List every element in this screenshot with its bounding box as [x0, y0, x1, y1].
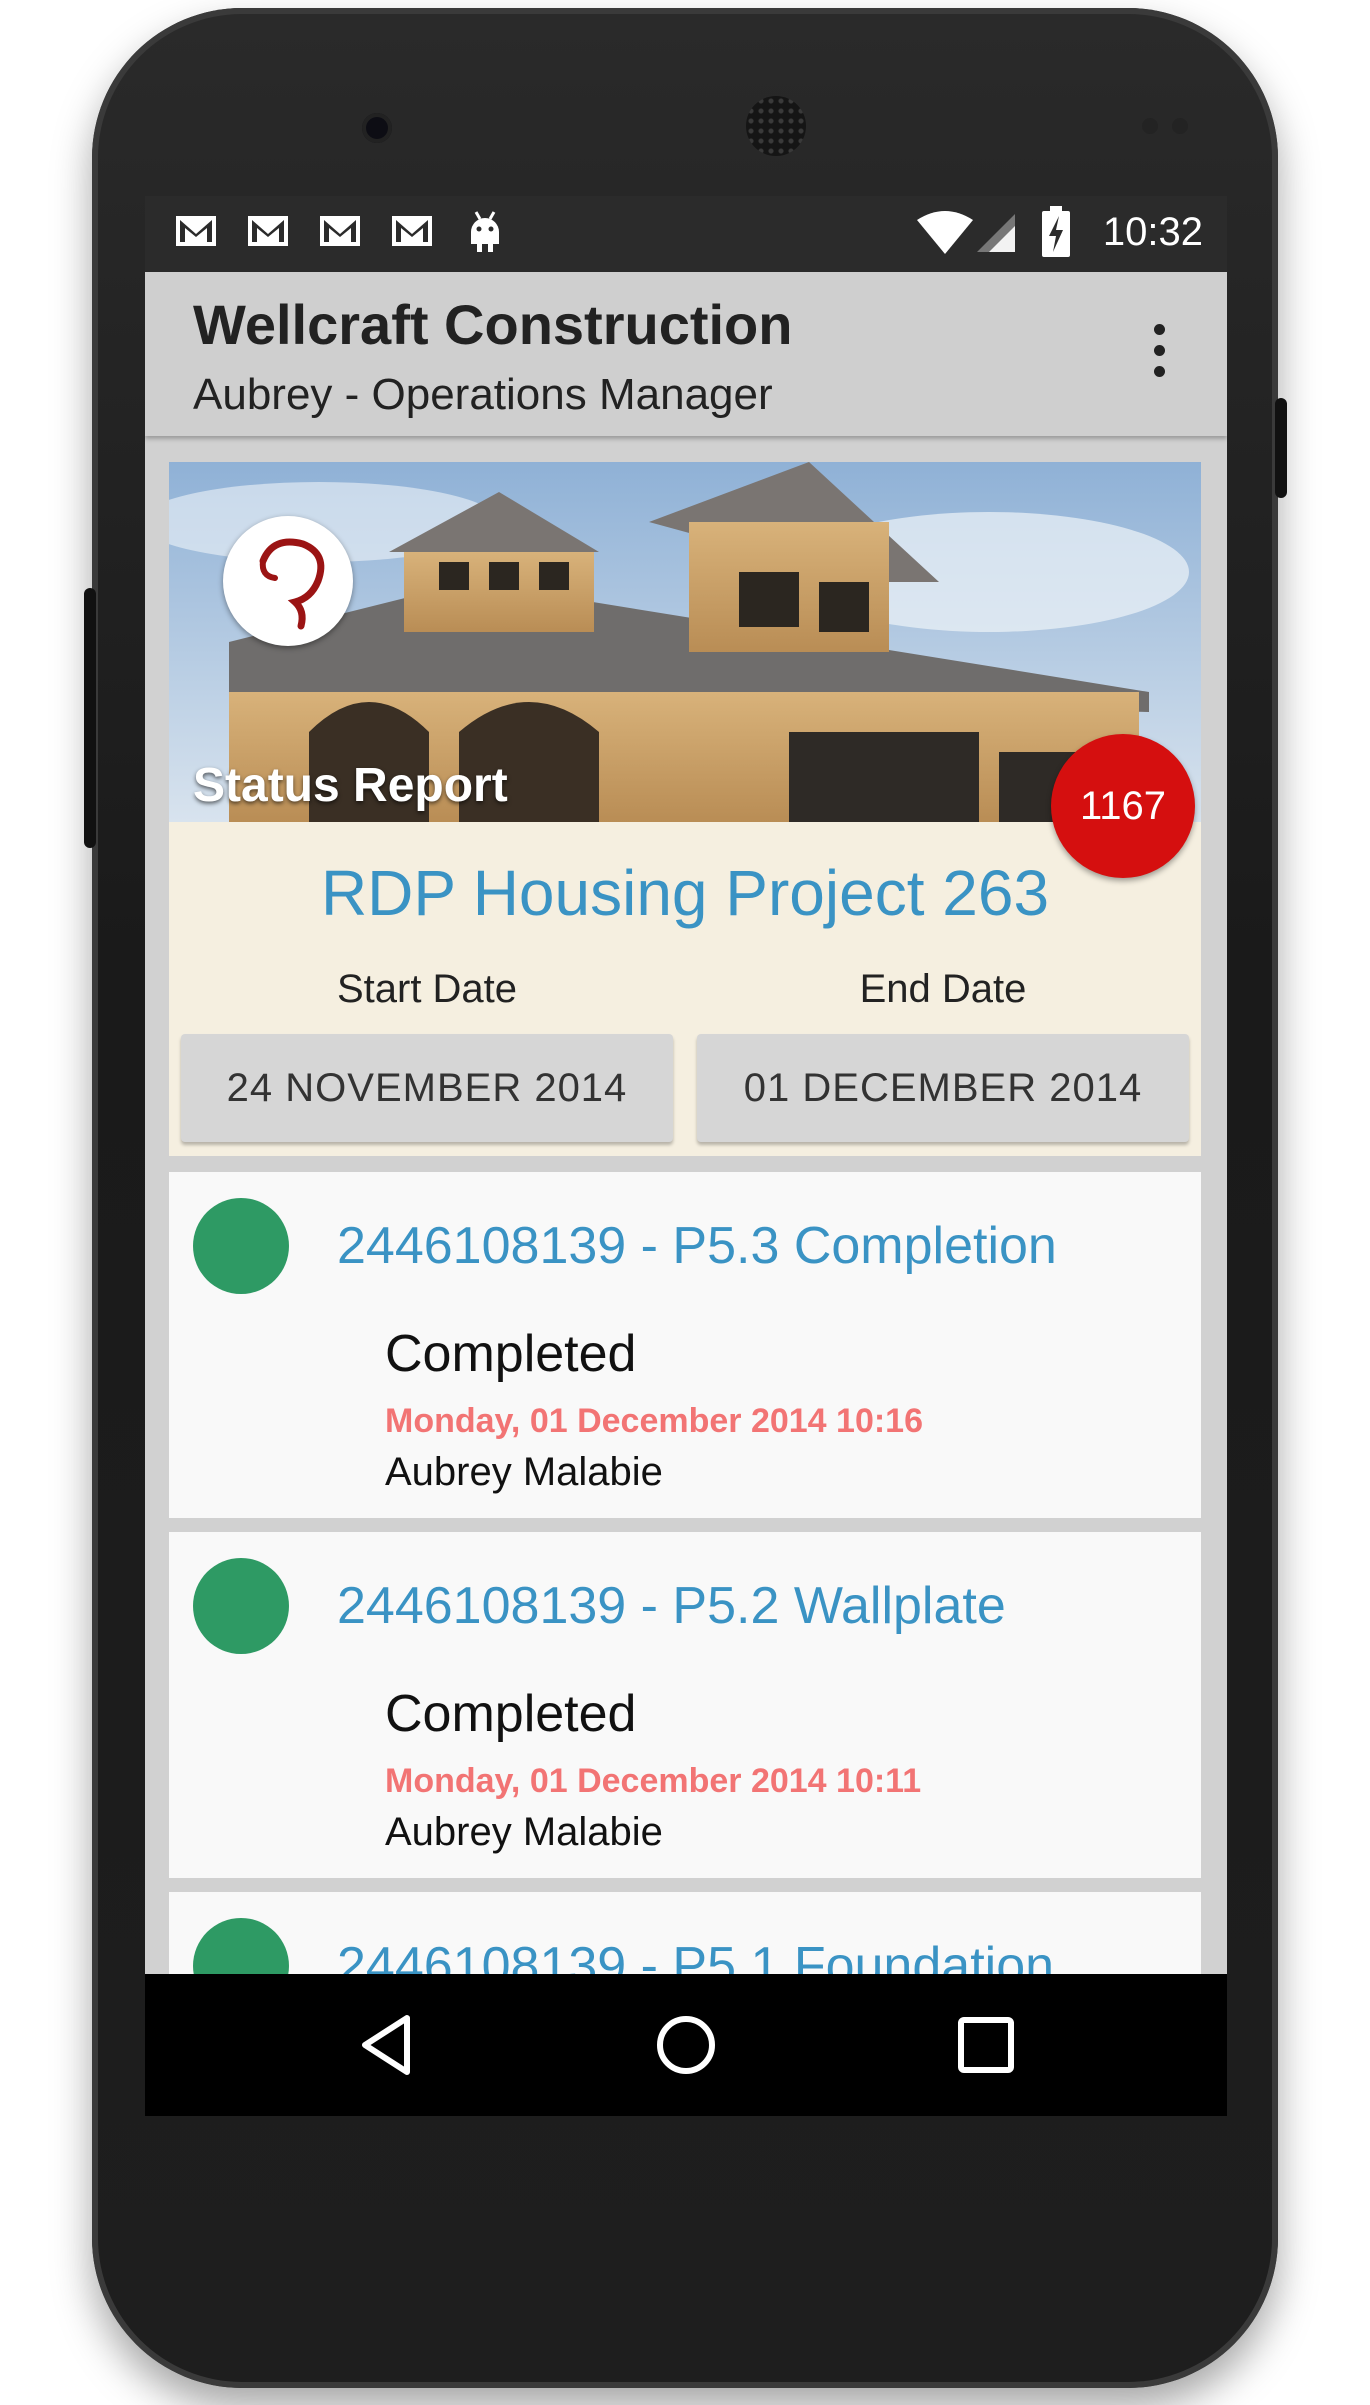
more-vert-icon[interactable] [1149, 324, 1169, 384]
project-title: RDP Housing Project 263 [320, 857, 1050, 929]
item-user: Aubrey Malabie [385, 1450, 663, 1494]
status-dot [193, 1198, 289, 1294]
item-user: Aubrey Malabie [385, 1810, 663, 1854]
power-button [1275, 398, 1287, 498]
end-date-label: End Date [859, 967, 1027, 1011]
app-subtitle: Aubrey - Operations Manager [193, 370, 773, 419]
wifi-icon [917, 211, 973, 254]
list-item[interactable]: 2446108139 - P5.2 Wallplate Completed Mo… [169, 1532, 1201, 1878]
gmail-icon [248, 216, 288, 246]
status-report-label: Status Report [193, 759, 508, 812]
item-status: Completed [385, 1685, 637, 1743]
recents-icon[interactable] [951, 2010, 1021, 2080]
battery-charging-icon [1042, 206, 1070, 257]
gmail-icon [320, 216, 360, 246]
back-icon[interactable] [353, 2010, 423, 2080]
clock: 10:32 [1102, 210, 1203, 254]
proximity-sensor [1142, 118, 1158, 134]
hero-image: Status Report [169, 462, 1201, 822]
earpiece-speaker [746, 96, 806, 156]
front-camera [362, 113, 392, 143]
item-title: 2446108139 - P5.3 Completion [337, 1217, 1057, 1275]
company-logo [223, 516, 353, 646]
project-panel: RDP Housing Project 263 Start Date End D… [169, 822, 1201, 1156]
gmail-icon [176, 216, 216, 246]
light-sensor [1172, 118, 1188, 134]
start-date-label: Start Date [336, 967, 518, 1011]
end-date-button[interactable]: 01 DECEMBER 2014 [697, 1034, 1189, 1142]
item-title: 2446108139 - P5.2 Wallplate [337, 1577, 1006, 1635]
status-bar: 10:32 [145, 196, 1227, 272]
logo-mark-icon [259, 538, 325, 630]
list-item[interactable]: 2446108139 - P5.3 Completion Completed M… [169, 1172, 1201, 1518]
app-bar: Wellcraft Construction Aubrey - Operatio… [145, 272, 1227, 436]
android-icon [471, 211, 499, 252]
screen: 10:32 Wellcraft Construction Aubrey - Op… [145, 196, 1227, 2116]
status-dot [193, 1558, 289, 1654]
item-date: Monday, 01 December 2014 10:11 [385, 1762, 922, 1800]
gmail-icon [392, 216, 432, 246]
app-title: Wellcraft Construction [193, 293, 793, 356]
start-date-button[interactable]: 24 NOVEMBER 2014 [181, 1034, 673, 1142]
item-status: Completed [385, 1325, 637, 1383]
navigation-bar [145, 1974, 1227, 2116]
signal-icon [977, 214, 1015, 252]
volume-button [84, 588, 96, 848]
item-date: Monday, 01 December 2014 10:16 [385, 1402, 923, 1440]
home-icon[interactable] [651, 2010, 721, 2080]
status-report-card: Status Report 1167 RDP Housing Project 2… [169, 462, 1201, 2116]
count-badge[interactable]: 1167 [1051, 734, 1195, 878]
